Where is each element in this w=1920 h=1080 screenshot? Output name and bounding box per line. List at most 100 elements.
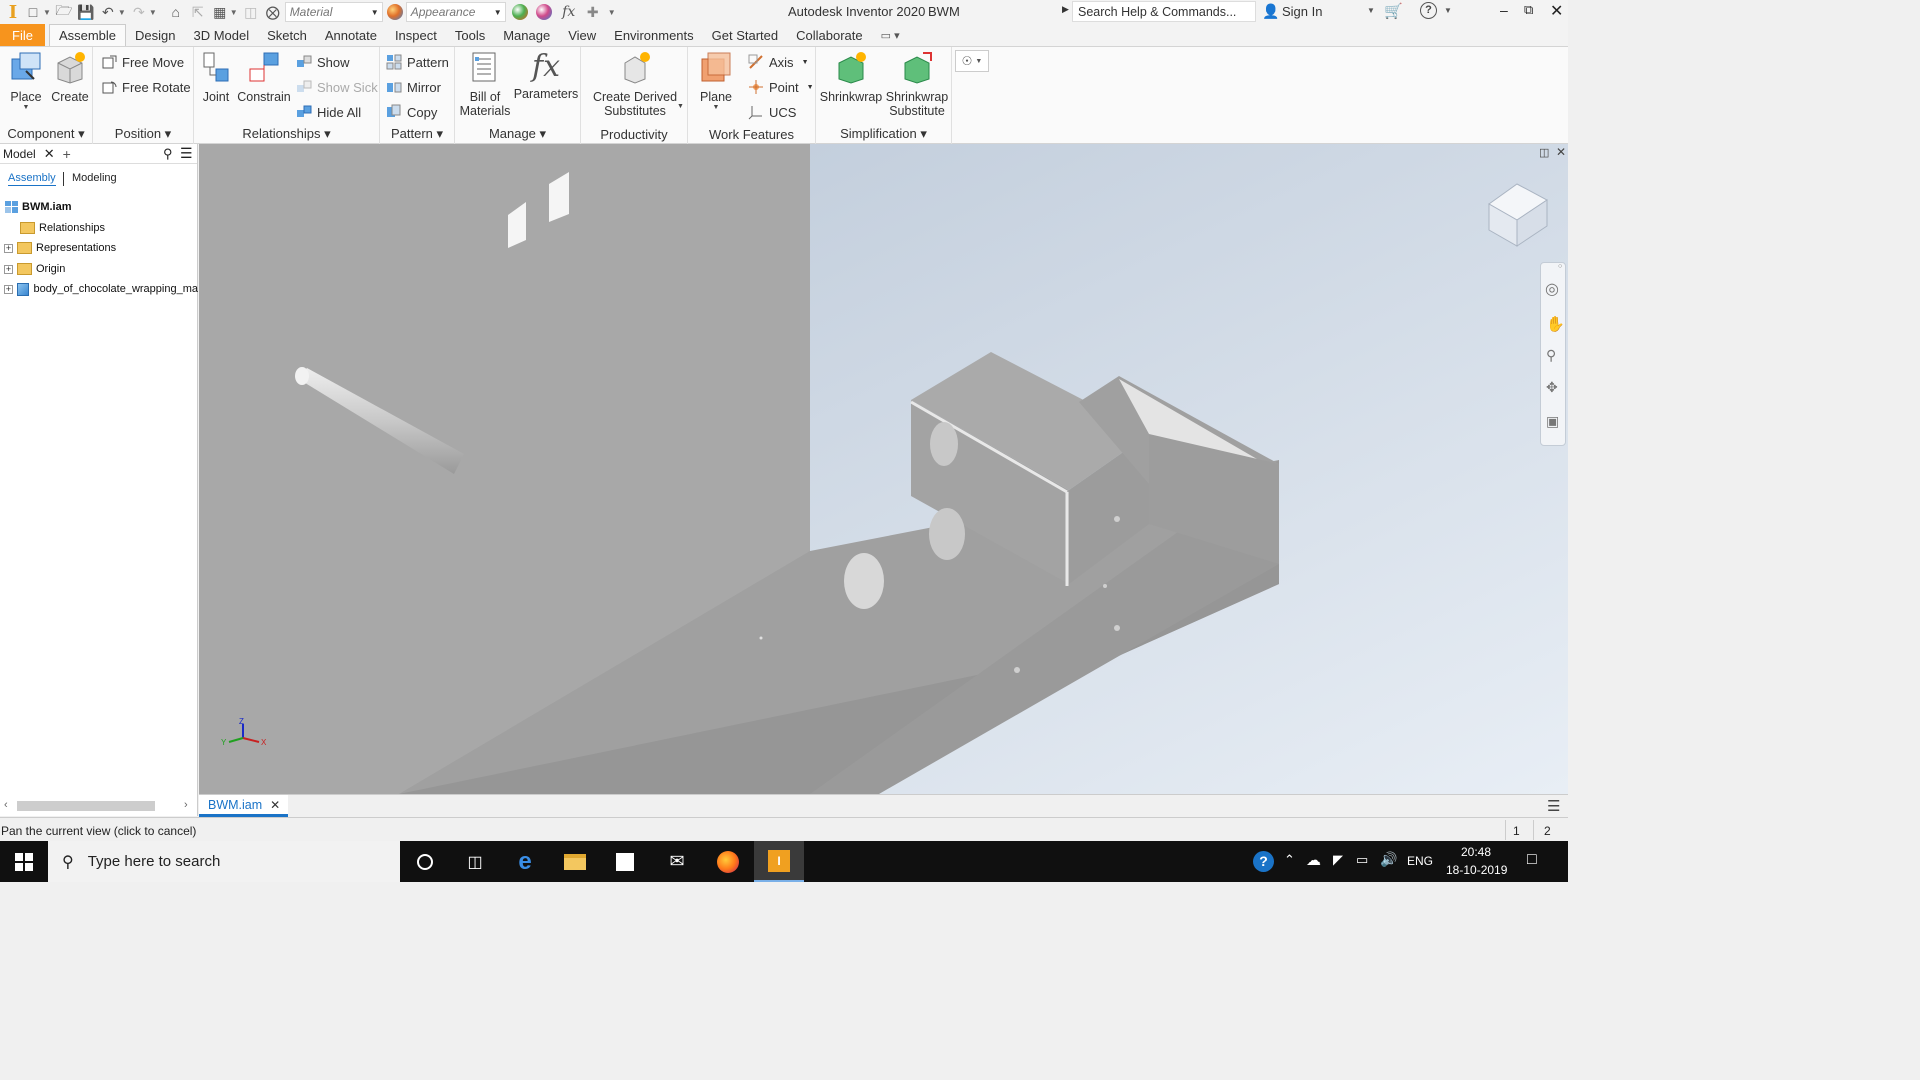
- point-dropdown-icon[interactable]: ▼: [807, 84, 814, 91]
- volume-icon[interactable]: 🔊: [1380, 851, 1397, 868]
- zoom-icon[interactable]: ⚲: [1546, 347, 1556, 364]
- close-tab-icon[interactable]: ✕: [270, 798, 280, 812]
- inventor-taskbar-icon[interactable]: I: [754, 841, 804, 882]
- pattern-button[interactable]: Pattern: [386, 52, 449, 72]
- steering-wheel-icon[interactable]: ◎: [1545, 279, 1559, 299]
- sign-in-link[interactable]: Sign In: [1282, 4, 1322, 19]
- tab-view[interactable]: View: [559, 24, 605, 46]
- select-icon[interactable]: ⇱: [189, 3, 207, 21]
- cortana-icon[interactable]: [400, 841, 450, 882]
- tab-tools[interactable]: Tools: [446, 24, 494, 46]
- tab-inspect[interactable]: Inspect: [386, 24, 446, 46]
- wifi-icon[interactable]: ◤: [1333, 852, 1343, 868]
- tab-3d-model[interactable]: 3D Model: [185, 24, 259, 46]
- tab-assemble[interactable]: Assemble: [48, 24, 127, 46]
- clear-override-icon[interactable]: [535, 4, 552, 20]
- cds-dropdown-icon[interactable]: ▼: [677, 103, 684, 110]
- restore-window-icon[interactable]: ⧉: [1524, 2, 1533, 18]
- quick-access-extra-button[interactable]: ☉ ▼: [955, 50, 989, 72]
- graphics-viewport[interactable]: ○ ◎ ✋ ⚲ ✥ ▣ ◫ ✕ Z X Y: [199, 144, 1568, 794]
- file-explorer-icon[interactable]: [550, 841, 600, 882]
- new-file-icon[interactable]: □: [24, 3, 42, 21]
- hide-all-button[interactable]: Hide All: [296, 102, 361, 122]
- add-browser-icon[interactable]: +: [63, 146, 71, 162]
- position-group-label[interactable]: Position ▾: [93, 126, 193, 142]
- component-group-label[interactable]: Component ▾: [0, 126, 92, 142]
- copy-button[interactable]: Copy: [386, 102, 437, 122]
- point-button[interactable]: Point ▼: [748, 77, 814, 97]
- nav-close-icon[interactable]: ○: [1558, 263, 1562, 270]
- clear-appearance-icon[interactable]: ⨂: [264, 3, 282, 21]
- tree-item-relationships[interactable]: Relationships: [0, 218, 198, 238]
- bill-of-materials-button[interactable]: Bill of Materials: [457, 49, 513, 118]
- material-combo[interactable]: Material ▼: [284, 2, 383, 22]
- show-sick-button[interactable]: Show Sick: [296, 77, 378, 97]
- plane-button[interactable]: Plane ▼: [696, 49, 736, 111]
- update-icon[interactable]: ▦: [211, 3, 229, 21]
- expand-icon[interactable]: +: [4, 243, 13, 253]
- 3d-model-scene[interactable]: [199, 144, 1568, 794]
- look-at-icon[interactable]: ▣: [1546, 413, 1559, 430]
- pan-hand-icon[interactable]: ✋: [1546, 315, 1565, 333]
- edge-browser-icon[interactable]: e: [500, 841, 550, 882]
- create-derived-substitutes-button[interactable]: Create Derived Substitutes: [587, 49, 683, 118]
- appearance-combo[interactable]: Appearance ▼: [405, 2, 506, 22]
- show-button[interactable]: Show: [296, 52, 350, 72]
- redo-dropdown-icon[interactable]: ▼: [149, 8, 157, 17]
- ucs-button[interactable]: UCS: [748, 102, 796, 122]
- expand-icon[interactable]: +: [4, 284, 13, 294]
- close-viewport-icon[interactable]: ✕: [1556, 145, 1566, 159]
- shrinkwrap-button[interactable]: Shrinkwrap: [818, 49, 884, 104]
- tab-sketch[interactable]: Sketch: [258, 24, 316, 46]
- document-menu-icon[interactable]: ☰: [1547, 797, 1560, 815]
- tab-file[interactable]: File: [0, 24, 45, 46]
- create-button[interactable]: Create: [50, 49, 90, 104]
- help-search-input[interactable]: Search Help & Commands...: [1072, 1, 1256, 22]
- shrinkwrap-substitute-button[interactable]: Shrinkwrap Substitute: [884, 49, 950, 118]
- help-icon[interactable]: ?: [1420, 2, 1437, 19]
- simplification-group-label[interactable]: Simplification ▾: [816, 126, 951, 142]
- customize-dropdown-icon[interactable]: ▼: [608, 8, 616, 17]
- orbit-icon[interactable]: ✥: [1546, 379, 1558, 396]
- firefox-icon[interactable]: [703, 841, 753, 882]
- relationships-group-label[interactable]: Relationships ▾: [194, 126, 379, 142]
- tab-environments[interactable]: Environments: [605, 24, 702, 46]
- rebuild-icon[interactable]: ◫: [242, 3, 260, 21]
- axis-button[interactable]: Axis ▼: [748, 52, 809, 72]
- tab-annotate[interactable]: Annotate: [316, 24, 386, 46]
- new-dropdown-icon[interactable]: ▼: [43, 8, 51, 17]
- save-icon[interactable]: 💾: [77, 3, 95, 21]
- minimize-window-icon[interactable]: –: [1500, 2, 1508, 18]
- scroll-left-icon[interactable]: ‹: [4, 799, 8, 811]
- browser-tab-modeling[interactable]: Modeling: [72, 172, 117, 184]
- inventor-logo-icon[interactable]: I: [6, 2, 20, 23]
- search-expand-icon[interactable]: ▶: [1062, 4, 1069, 15]
- open-folder-icon[interactable]: 🗁: [55, 2, 73, 21]
- ribbon-display-toggle[interactable]: ▭ ▾: [872, 24, 909, 46]
- restore-viewport-icon[interactable]: ◫: [1539, 146, 1549, 159]
- battery-icon[interactable]: ▭: [1356, 852, 1368, 868]
- tree-root[interactable]: BWM.iam: [0, 197, 198, 217]
- free-rotate-button[interactable]: Free Rotate: [101, 77, 191, 97]
- expand-icon[interactable]: +: [4, 264, 13, 274]
- undo-dropdown-icon[interactable]: ▼: [118, 8, 126, 17]
- mirror-button[interactable]: Mirror: [386, 77, 441, 97]
- store-icon[interactable]: [600, 841, 650, 882]
- help-dropdown-icon[interactable]: ▼: [1444, 6, 1452, 15]
- cart-icon[interactable]: 🛒: [1384, 2, 1403, 20]
- tree-item-part[interactable]: + body_of_chocolate_wrapping_ma: [0, 279, 198, 299]
- tree-item-representations[interactable]: + Representations: [0, 238, 198, 258]
- tab-design[interactable]: Design: [126, 24, 184, 46]
- parameters-button[interactable]: fx Parameters: [513, 49, 579, 101]
- home-icon[interactable]: ⌂: [167, 3, 185, 21]
- close-icon[interactable]: ✕: [44, 146, 55, 162]
- user-icon[interactable]: 👤: [1262, 3, 1279, 20]
- search-icon[interactable]: ⚲: [163, 146, 173, 162]
- language-indicator[interactable]: ENG: [1407, 854, 1433, 868]
- clock-time[interactable]: 20:48: [1461, 845, 1491, 859]
- mail-icon[interactable]: ✉: [652, 841, 702, 882]
- onedrive-icon[interactable]: ☁: [1306, 851, 1321, 869]
- close-window-icon[interactable]: ✕: [1550, 1, 1563, 21]
- manage-group-label[interactable]: Manage ▾: [455, 126, 580, 142]
- redo-icon[interactable]: ↷: [130, 3, 148, 21]
